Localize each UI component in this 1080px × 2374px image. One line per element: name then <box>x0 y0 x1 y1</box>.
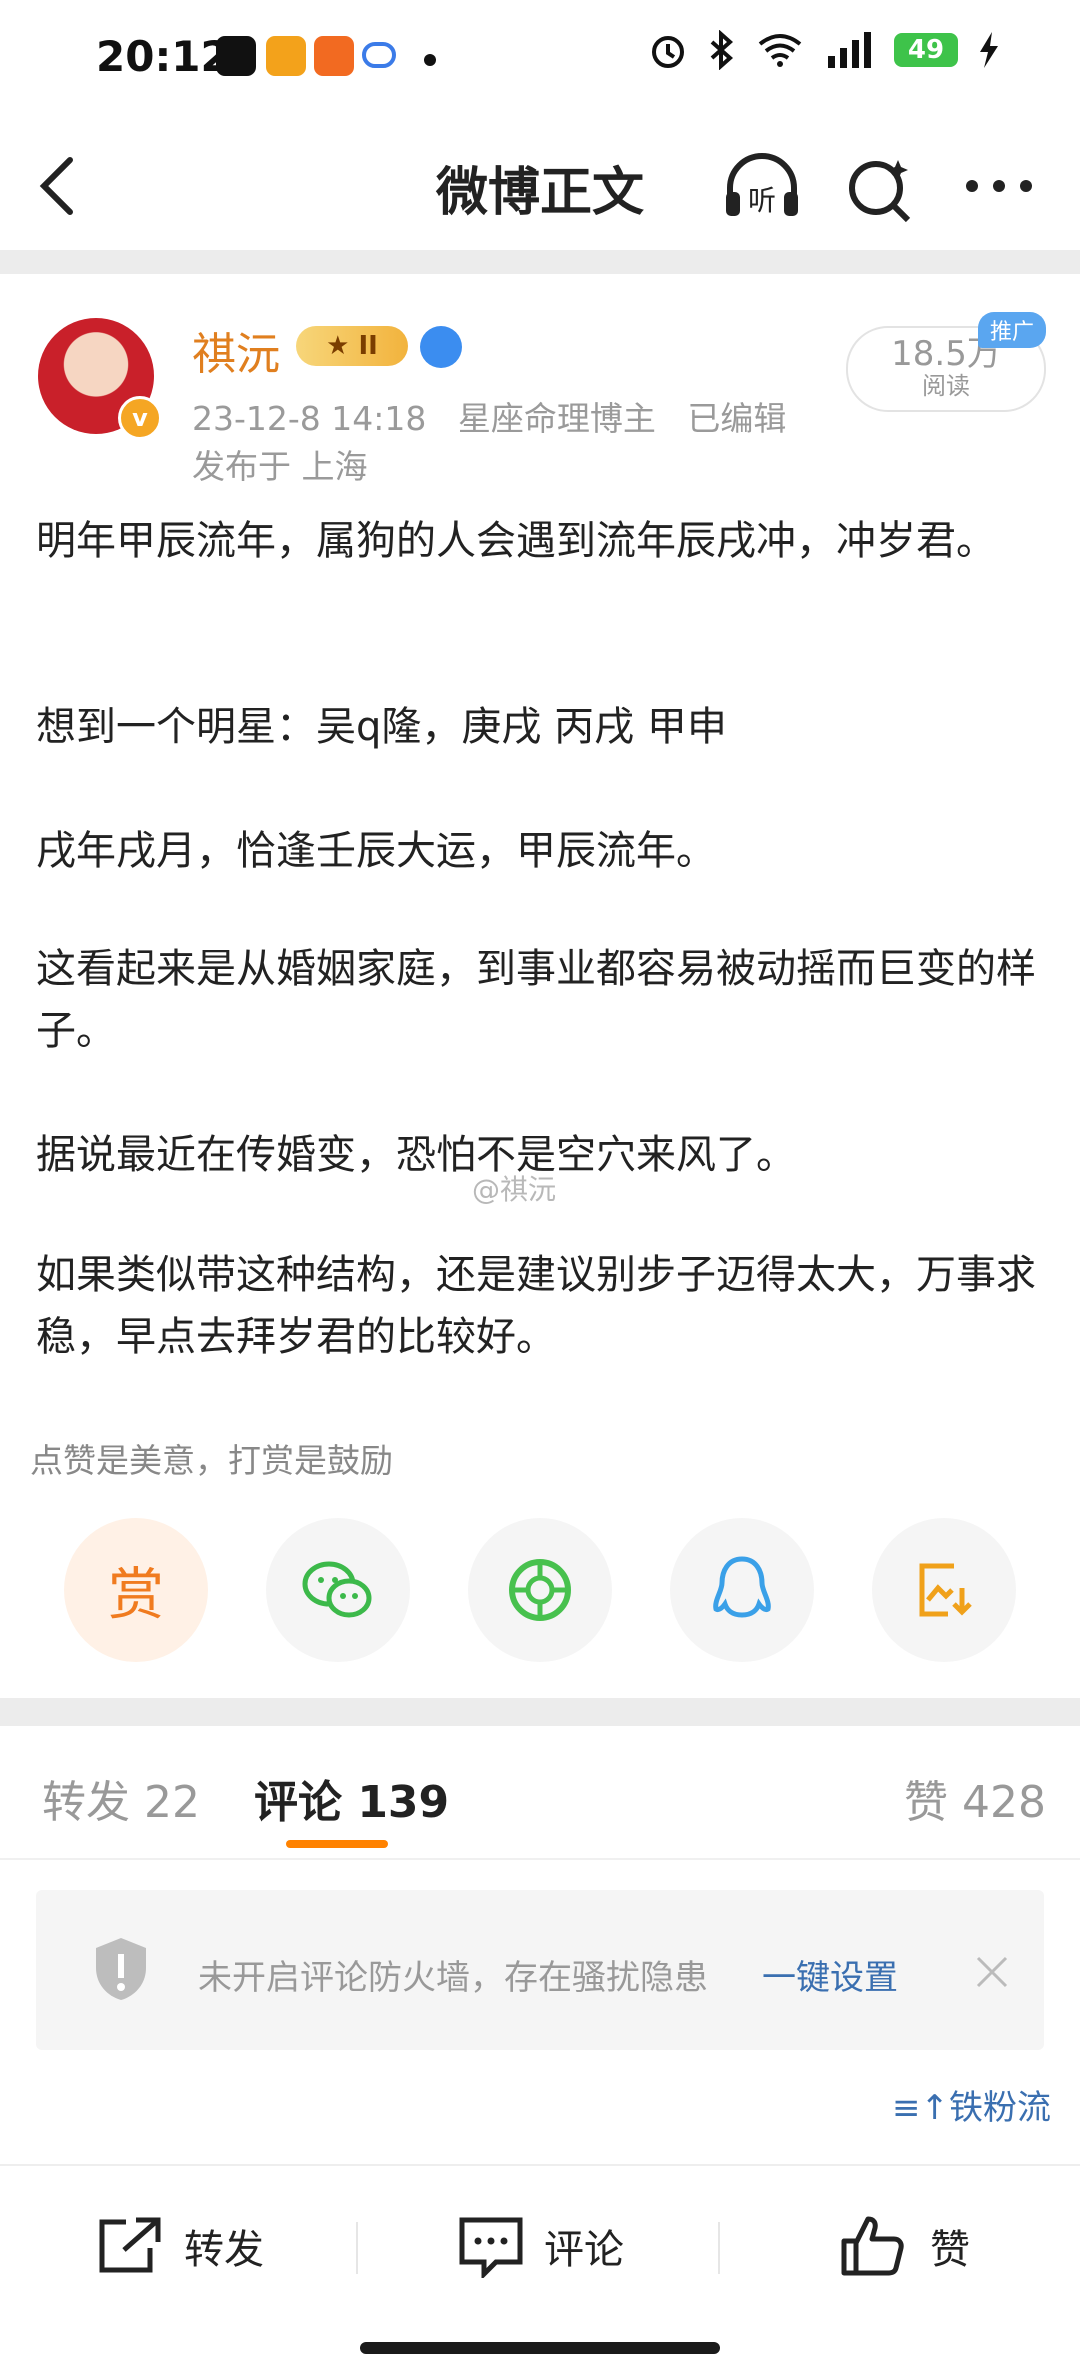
watermark: @祺沅 <box>472 1173 557 1206</box>
save-image-button[interactable] <box>872 1518 1016 1662</box>
post-location: 发布于 上海 <box>192 447 368 486</box>
status-icons: 49 <box>648 30 1000 70</box>
save-image-icon <box>919 1563 972 1617</box>
like-label: 赞 <box>930 2227 970 2273</box>
tab-likes[interactable]: 赞 428 <box>904 1766 1046 1830</box>
post-time: 23-12-8 14:18 <box>192 399 427 438</box>
wechat-icon <box>302 1561 372 1618</box>
close-icon[interactable] <box>974 1954 1010 1990</box>
search-icon[interactable] <box>846 154 916 224</box>
thumbs-up-icon <box>841 2216 904 2276</box>
like-button[interactable]: 赞 <box>838 2212 970 2280</box>
reward-hint: 点赞是美意，打赏是鼓励 <box>30 1441 393 1480</box>
charging-icon <box>980 32 998 68</box>
post-paragraph: 戌年戌月，恰逢壬辰大运，甲辰流年。 <box>36 828 716 874</box>
weibo-app-icon <box>266 36 306 76</box>
sort-icon: ≡↑ <box>892 2088 949 2128</box>
share-qq-button[interactable] <box>670 1518 814 1662</box>
section-divider <box>0 1698 1080 1726</box>
listen-icon[interactable]: 听 <box>722 152 802 222</box>
wifi-icon <box>758 34 802 67</box>
tabs-divider <box>0 1858 1080 1860</box>
promote-badge[interactable]: 推广 <box>978 312 1046 348</box>
post-paragraph: 这看起来是从婚姻家庭，到事业都容易被动摇而巨变的样子。 <box>36 946 1036 1054</box>
section-divider <box>0 250 1080 274</box>
qq-icon <box>713 1556 771 1618</box>
alarm-icon <box>652 36 684 68</box>
comment-button[interactable]: 评论 <box>456 2212 624 2280</box>
tiktok-icon <box>216 36 256 76</box>
verified-shield-icon[interactable] <box>420 326 462 368</box>
share-moments-button[interactable] <box>468 1518 612 1662</box>
tab-repost[interactable]: 转发 22 <box>42 1766 200 1830</box>
read-label: 阅读 <box>922 372 970 400</box>
sort-iron-fans-button[interactable]: ≡↑铁粉流 <box>892 2080 1051 2129</box>
active-tab-indicator <box>286 1840 388 1848</box>
app-notification-icon <box>314 36 354 76</box>
battery-indicator: 49 <box>894 33 958 67</box>
comment-label: 评论 <box>544 2227 624 2273</box>
shield-warning-icon <box>96 1938 146 2000</box>
more-notifications-dot <box>424 54 436 66</box>
bottom-bar-divider <box>0 2164 1080 2166</box>
page-title: 微博正文 <box>435 163 644 223</box>
reward-button[interactable]: 赏 <box>64 1518 208 1662</box>
bottom-bar-separator <box>356 2222 358 2274</box>
post-paragraph: 明年甲辰流年，属狗的人会遇到流年辰戌冲，冲岁君。 <box>36 518 996 564</box>
bottom-bar-separator <box>718 2222 720 2274</box>
level-text: II <box>358 331 378 361</box>
repost-icon <box>99 2217 161 2273</box>
more-icon[interactable] <box>964 176 1034 196</box>
svg-text:听: 听 <box>748 184 776 217</box>
cloud-app-icon <box>362 42 396 68</box>
tab-comments[interactable]: 评论 139 <box>254 1766 449 1830</box>
status-time: 20:12 <box>96 32 230 81</box>
edited-label[interactable]: 已编辑 <box>687 399 786 438</box>
repost-button[interactable]: 转发 <box>96 2212 264 2280</box>
moments-icon <box>509 1559 571 1621</box>
post-paragraph: 想到一个明星：吴q隆，庚戌 丙戌 甲申 <box>36 704 727 750</box>
signal-icon <box>828 32 871 68</box>
post-paragraph: 如果类似带这种结构，还是建议别步子迈得太大，万事求稳，早点去拜岁君的比较好。 <box>36 1252 1036 1360</box>
repost-label: 转发 <box>184 2227 264 2273</box>
home-indicator[interactable] <box>360 2342 720 2354</box>
one-click-setup-link[interactable]: 一键设置 <box>762 1950 898 1999</box>
author-name[interactable]: 祺沅 <box>192 318 280 382</box>
verified-badge-icon: v <box>118 396 162 440</box>
notice-text: 未开启评论防火墙，存在骚扰隐患 <box>198 1958 708 1998</box>
share-wechat-button[interactable] <box>266 1518 410 1662</box>
post-meta: 23-12-8 14:18 星座命理博主 已编辑 <box>192 392 786 440</box>
comment-icon <box>459 2217 523 2278</box>
crown-icon: ★ <box>326 331 350 361</box>
member-level-badge[interactable]: ★ II <box>296 326 408 366</box>
author-role: 星座命理博主 <box>457 399 656 438</box>
sort-label: 铁粉流 <box>948 2088 1051 2128</box>
bluetooth-icon <box>710 30 734 70</box>
